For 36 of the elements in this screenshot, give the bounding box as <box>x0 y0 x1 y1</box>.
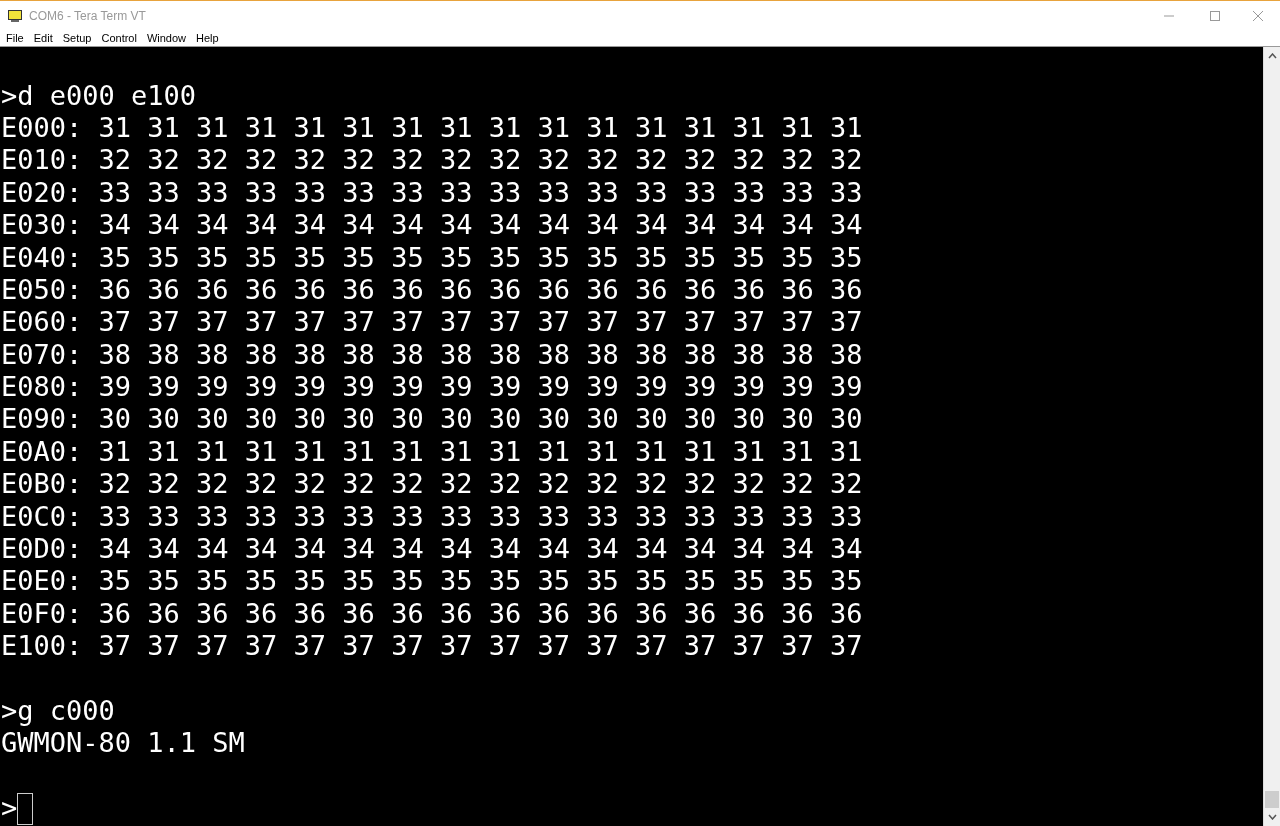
close-icon[interactable] <box>1252 10 1264 21</box>
terminal-line: E0A0: 31 31 31 31 31 31 31 31 31 31 31 31 31 31 31 31 <box>1 435 863 468</box>
menu-item[interactable]: Help <box>191 29 224 47</box>
maximize-icon[interactable] <box>1209 10 1221 21</box>
terminal-line: E060: 37 37 37 37 37 37 37 37 37 37 37 37 37 37 37 37 <box>1 306 863 339</box>
scroll-up-icon[interactable] <box>1267 53 1277 59</box>
terminal-line: E020: 33 33 33 33 33 33 33 33 33 33 33 33 33 33 33 33 <box>1 176 863 209</box>
scrollbar[interactable] <box>1263 47 1280 826</box>
menu-item[interactable]: Edit <box>28 29 58 47</box>
terminal-line: E000: 31 31 31 31 31 31 31 31 31 31 31 31 31 31 31 31 <box>1 111 863 144</box>
terminal-line: > <box>1 792 18 825</box>
terminal-line: E0B0: 32 32 32 32 32 32 32 32 32 32 32 32 32 32 32 32 <box>1 468 863 501</box>
terminal-line: E100: 37 37 37 37 37 37 37 37 37 37 37 37 37 37 37 37 <box>1 630 863 663</box>
terminal-line: E050: 36 36 36 36 36 36 36 36 36 36 36 36 36 36 36 36 <box>1 273 863 306</box>
menu-item[interactable]: Control <box>96 29 142 47</box>
terminal-line: E010: 32 32 32 32 32 32 32 32 32 32 32 32 32 32 32 32 <box>1 144 863 177</box>
terminal-line: E070: 38 38 38 38 38 38 38 38 38 38 38 38 38 38 38 38 <box>1 338 863 371</box>
menu-item[interactable]: File <box>1 29 29 47</box>
terminal-line: E0D0: 34 34 34 34 34 34 34 34 34 34 34 34 34 34 34 34 <box>1 533 863 566</box>
terminal-line: >g c000 <box>1 695 115 727</box>
terminal-line: E080: 39 39 39 39 39 39 39 39 39 39 39 39 39 39 39 39 <box>1 371 863 404</box>
menu-item[interactable]: Window <box>141 29 192 47</box>
scroll-down-icon[interactable] <box>1267 814 1277 820</box>
terminal-line: E030: 34 34 34 34 34 34 34 34 34 34 34 34 34 34 34 34 <box>1 209 863 242</box>
menu-item[interactable]: Setup <box>57 29 97 47</box>
terminal-line: E0E0: 35 35 35 35 35 35 35 35 35 35 35 35 35 35 35 35 <box>1 565 863 598</box>
terminal-line: E0C0: 33 33 33 33 33 33 33 33 33 33 33 33 33 33 33 33 <box>1 500 863 533</box>
terminal-line: E040: 35 35 35 35 35 35 35 35 35 35 35 35 35 35 35 35 <box>1 241 863 274</box>
app-icon <box>8 9 22 22</box>
terminal-line: E090: 30 30 30 30 30 30 30 30 30 30 30 30 30 30 30 30 <box>1 403 863 436</box>
terminal-line: >d e000 e100 <box>1 79 197 112</box>
window-title: COM6 - Tera Term VT <box>29 7 146 25</box>
terminal-line: GWMON-80 1.1 SM <box>1 727 245 760</box>
text-cursor <box>17 792 34 825</box>
terminal-line: E0F0: 36 36 36 36 36 36 36 36 36 36 36 36 36 36 36 36 <box>1 597 863 630</box>
scroll-thumb[interactable] <box>1265 791 1279 808</box>
